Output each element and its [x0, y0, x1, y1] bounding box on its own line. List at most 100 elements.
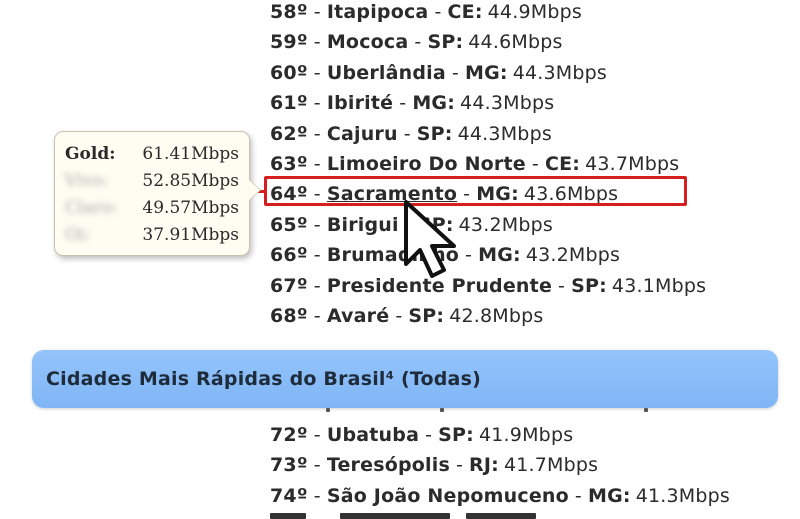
separator: -	[434, 1, 442, 23]
separator: -	[313, 484, 321, 507]
separator: -	[313, 454, 321, 477]
city-link[interactable]: Presidente Prudente	[327, 275, 552, 297]
state-code: SP:	[408, 305, 445, 327]
partially-hidden-row	[270, 336, 600, 350]
city-link[interactable]: Birigui	[327, 214, 399, 236]
ranking-row: 58º - Itapipoca - CE: 44.9Mbps	[270, 0, 582, 27]
speed-value: 42.8Mbps	[449, 305, 544, 327]
speed-value: 44.9Mbps	[487, 1, 582, 23]
tooltip-row-blurred: Oi: 37.91Mbps	[65, 222, 239, 249]
rank-number: 58º	[270, 1, 308, 23]
speed-value: 44.3Mbps	[457, 122, 552, 145]
tooltip-value: 52.85Mbps	[142, 171, 239, 191]
city-link[interactable]: Ubatuba	[327, 424, 419, 446]
city-link[interactable]: Teresópolis	[327, 454, 450, 476]
city-link[interactable]: São João Nepomuceno	[327, 485, 569, 507]
separator: -	[313, 305, 321, 327]
separator: -	[313, 424, 321, 446]
rank-number: 59º	[270, 31, 308, 54]
city-link[interactable]: Brumadinho	[327, 244, 459, 266]
speed-value: 43.6Mbps	[523, 183, 619, 206]
separator: -	[455, 454, 464, 477]
speed-value: 44.6Mbps	[468, 31, 563, 54]
separator: -	[395, 305, 403, 327]
rank-number: 62º	[270, 122, 308, 145]
rank-number: 61º	[270, 92, 308, 115]
tooltip-label: Oi:	[65, 225, 91, 245]
separator: -	[313, 31, 321, 54]
ranking-row: 67º - Presidente Prudente - SP: 43.1Mbps	[270, 271, 706, 301]
city-link[interactable]: Ibirité	[327, 92, 393, 114]
tooltip-label: Vivo:	[65, 171, 108, 191]
fastest-cities-banner[interactable]: Cidades Mais Rápidas do Brasil⁴ (Todas)	[32, 350, 778, 408]
rank-number: 60º	[270, 61, 308, 84]
ranking-row: 61º - Ibirité - MG: 44.3Mbps	[270, 88, 554, 118]
banner-title: Cidades Mais Rápidas do Brasil⁴ (Todas)	[46, 368, 481, 390]
separator: -	[313, 183, 321, 206]
tooltip-row-blurred: Claro: 49.57Mbps	[65, 195, 239, 222]
state-code: SP:	[416, 122, 453, 145]
state-code: MG:	[464, 61, 508, 84]
separator: -	[451, 61, 459, 84]
separator: -	[313, 153, 321, 175]
city-link[interactable]: Mococa	[327, 31, 409, 53]
speed-value: 41.3Mbps	[635, 484, 731, 507]
rank-number: 67º	[270, 274, 308, 297]
ranking-row: 60º - Uberlândia - MG: 44.3Mbps	[270, 58, 607, 88]
state-code: MG:	[478, 244, 521, 267]
tooltip-value: 37.91Mbps	[142, 225, 239, 245]
rank-number: 72º	[270, 424, 308, 446]
tooltip-label: Claro:	[65, 198, 118, 218]
state-code: MG:	[476, 183, 519, 206]
tooltip-row-gold: Gold: 61.41Mbps	[65, 141, 239, 168]
ranking-row: 62º - Cajuru - SP: 44.3Mbps	[270, 119, 552, 149]
speed-value: 43.2Mbps	[525, 244, 621, 267]
separator: -	[313, 1, 321, 23]
ranking-row: 74º - São João Nepomuceno - MG: 41.3Mbps	[270, 481, 730, 511]
separator: -	[531, 153, 539, 175]
rank-number: 73º	[270, 454, 308, 477]
city-link[interactable]: Uberlândia	[327, 62, 446, 84]
separator: -	[558, 274, 566, 297]
separator: -	[313, 92, 321, 115]
city-link[interactable]: Cajuru	[327, 123, 398, 145]
ranking-row: 59º - Mococa - SP: 44.6Mbps	[270, 27, 563, 57]
separator: -	[313, 244, 321, 267]
state-code: SP:	[427, 31, 464, 54]
operator-speed-tooltip: Gold: 61.41Mbps Vivo: 52.85Mbps Claro: 4…	[54, 131, 250, 256]
speed-value: 43.1Mbps	[611, 274, 707, 297]
state-code: SP:	[417, 213, 454, 236]
city-link[interactable]: Limoeiro Do Norte	[327, 153, 526, 175]
ranking-row: 73º - Teresópolis - RJ: 41.7Mbps	[270, 450, 598, 480]
state-code: CE:	[544, 153, 581, 175]
separator: -	[313, 274, 321, 297]
speed-value: 44.3Mbps	[460, 92, 555, 115]
separator: -	[425, 424, 433, 446]
tooltip-label: Gold:	[65, 144, 116, 164]
rank-number: 68º	[270, 305, 308, 327]
separator: -	[574, 484, 582, 507]
city-link[interactable]: Itapipoca	[327, 1, 429, 23]
separator: -	[399, 92, 407, 115]
ranking-row: 63º - Limoeiro Do Norte - CE: 43.7Mbps	[270, 149, 679, 179]
separator: -	[313, 61, 321, 84]
rank-number: 64º	[270, 183, 308, 206]
ranking-row-highlighted: 64º - Sacramento - MG: 43.6Mbps	[270, 179, 618, 209]
separator: -	[414, 31, 422, 54]
separator: -	[463, 183, 471, 206]
rank-number: 66º	[270, 244, 308, 267]
tooltip-value: 49.57Mbps	[142, 198, 239, 218]
speed-value: 43.2Mbps	[458, 213, 553, 236]
ranking-row: 68º - Avaré - SP: 42.8Mbps	[270, 301, 544, 331]
rank-number: 65º	[270, 213, 308, 236]
rank-number: 74º	[270, 484, 308, 507]
partially-hidden-row	[270, 404, 670, 416]
ranking-row: 66º - Brumadinho - MG: 43.2Mbps	[270, 240, 620, 270]
speed-value: 41.7Mbps	[503, 454, 599, 477]
separator: -	[404, 213, 412, 236]
city-link[interactable]: Sacramento	[327, 183, 457, 205]
state-code: MG:	[587, 484, 631, 507]
city-link[interactable]: Avaré	[327, 305, 390, 327]
state-code: SP:	[571, 274, 607, 297]
tooltip-value: 61.41Mbps	[142, 144, 239, 164]
